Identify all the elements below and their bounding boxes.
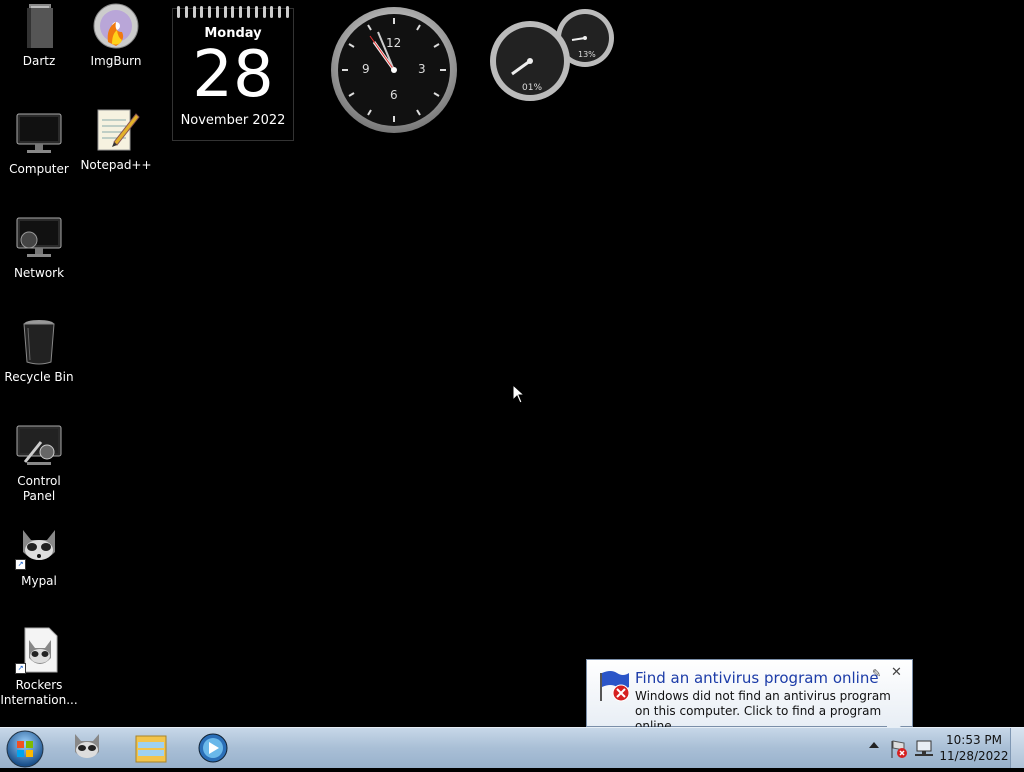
- desktop-icon-network[interactable]: Network: [0, 214, 78, 281]
- clock-numeral-6: 6: [390, 88, 398, 102]
- folder-icon: [15, 2, 63, 50]
- raccoon-icon: [75, 734, 99, 758]
- raccoon-document-icon: ↗: [15, 626, 63, 674]
- show-desktop-button[interactable]: [1010, 728, 1024, 768]
- memory-usage-value: 13%: [578, 50, 596, 59]
- desktop-icon-label: Rockers Internation...: [0, 678, 78, 707]
- desktop-icon-computer[interactable]: Computer: [0, 110, 78, 177]
- notification-title[interactable]: Find an antivirus program online: [635, 669, 879, 687]
- calendar-month-year: November 2022: [180, 113, 286, 128]
- network-icon: [15, 214, 63, 262]
- show-hidden-icons-button[interactable]: [869, 742, 879, 748]
- desktop-icon-label: Notepad++: [80, 158, 152, 172]
- taskbar: 10:53 PM 11/28/2022: [0, 727, 1024, 768]
- clock-numeral-12: 12: [386, 36, 402, 50]
- shortcut-arrow-icon: ↗: [15, 663, 26, 674]
- calendar-day: 28: [192, 38, 274, 112]
- network-status-icon[interactable]: [913, 738, 935, 760]
- desktop-icon-notepadpp[interactable]: Notepad++: [77, 106, 155, 173]
- clock-gadget[interactable]: 12 3 6 9: [330, 6, 458, 134]
- explorer-folder-icon: [135, 735, 167, 763]
- control-panel-icon: [15, 422, 63, 470]
- raccoon-icon: ↗: [15, 522, 63, 570]
- desktop-icon-label: Computer: [9, 162, 69, 176]
- desktop-icon-recycle-bin[interactable]: Recycle Bin: [0, 318, 78, 385]
- computer-icon: [15, 110, 63, 158]
- calendar-rings: [177, 6, 289, 18]
- media-icon: [198, 733, 228, 763]
- cpu-usage-value: 01%: [522, 83, 543, 93]
- recycle-bin-icon: [15, 318, 63, 366]
- clock-numeral-9: 9: [362, 62, 370, 76]
- action-center-flag-icon: [597, 669, 631, 703]
- imgburn-icon: [92, 2, 140, 50]
- desktop-icon-label: ImgBurn: [90, 54, 142, 68]
- cpu-meter-gadget[interactable]: 01% 13%: [490, 8, 615, 103]
- system-clock[interactable]: 10:53 PM 11/28/2022: [937, 732, 1011, 764]
- mouse-cursor-icon: [512, 383, 526, 404]
- pin-icon[interactable]: ✎: [872, 667, 881, 680]
- calendar-gadget[interactable]: Monday 28 November 2022: [172, 6, 294, 141]
- desktop-icon-label: Control Panel: [17, 474, 61, 503]
- clock-date: 11/28/2022: [939, 749, 1009, 763]
- clock-numeral-3: 3: [418, 62, 426, 76]
- clock-time: 10:53 PM: [946, 733, 1002, 747]
- desktop-icon-imgburn[interactable]: ImgBurn: [77, 2, 155, 69]
- action-center-flag-icon[interactable]: [888, 738, 910, 760]
- taskbar-media-button[interactable]: [188, 730, 238, 766]
- desktop-icon-label: Network: [13, 266, 65, 280]
- desktop-icon-control-panel[interactable]: Control Panel: [0, 422, 78, 504]
- taskbar-mypal-button[interactable]: [62, 730, 112, 766]
- desktop-icon-mypal[interactable]: ↗ Mypal: [0, 522, 78, 589]
- desktop-icon-rockers[interactable]: ↗ Rockers Internation...: [0, 626, 78, 708]
- close-icon[interactable]: ✕: [891, 665, 902, 680]
- desktop-icon-dartz[interactable]: Dartz: [0, 2, 78, 69]
- desktop-icon-label: Dartz: [22, 54, 56, 68]
- desktop-icon-label: Recycle Bin: [4, 370, 74, 384]
- shortcut-arrow-icon: ↗: [15, 559, 26, 570]
- desktop-icon-label: Mypal: [21, 574, 57, 588]
- antivirus-notification-balloon[interactable]: Find an antivirus program online Windows…: [586, 659, 913, 737]
- notepad-icon: [92, 106, 140, 154]
- start-button[interactable]: [3, 728, 48, 768]
- taskbar-explorer-button[interactable]: [126, 730, 176, 766]
